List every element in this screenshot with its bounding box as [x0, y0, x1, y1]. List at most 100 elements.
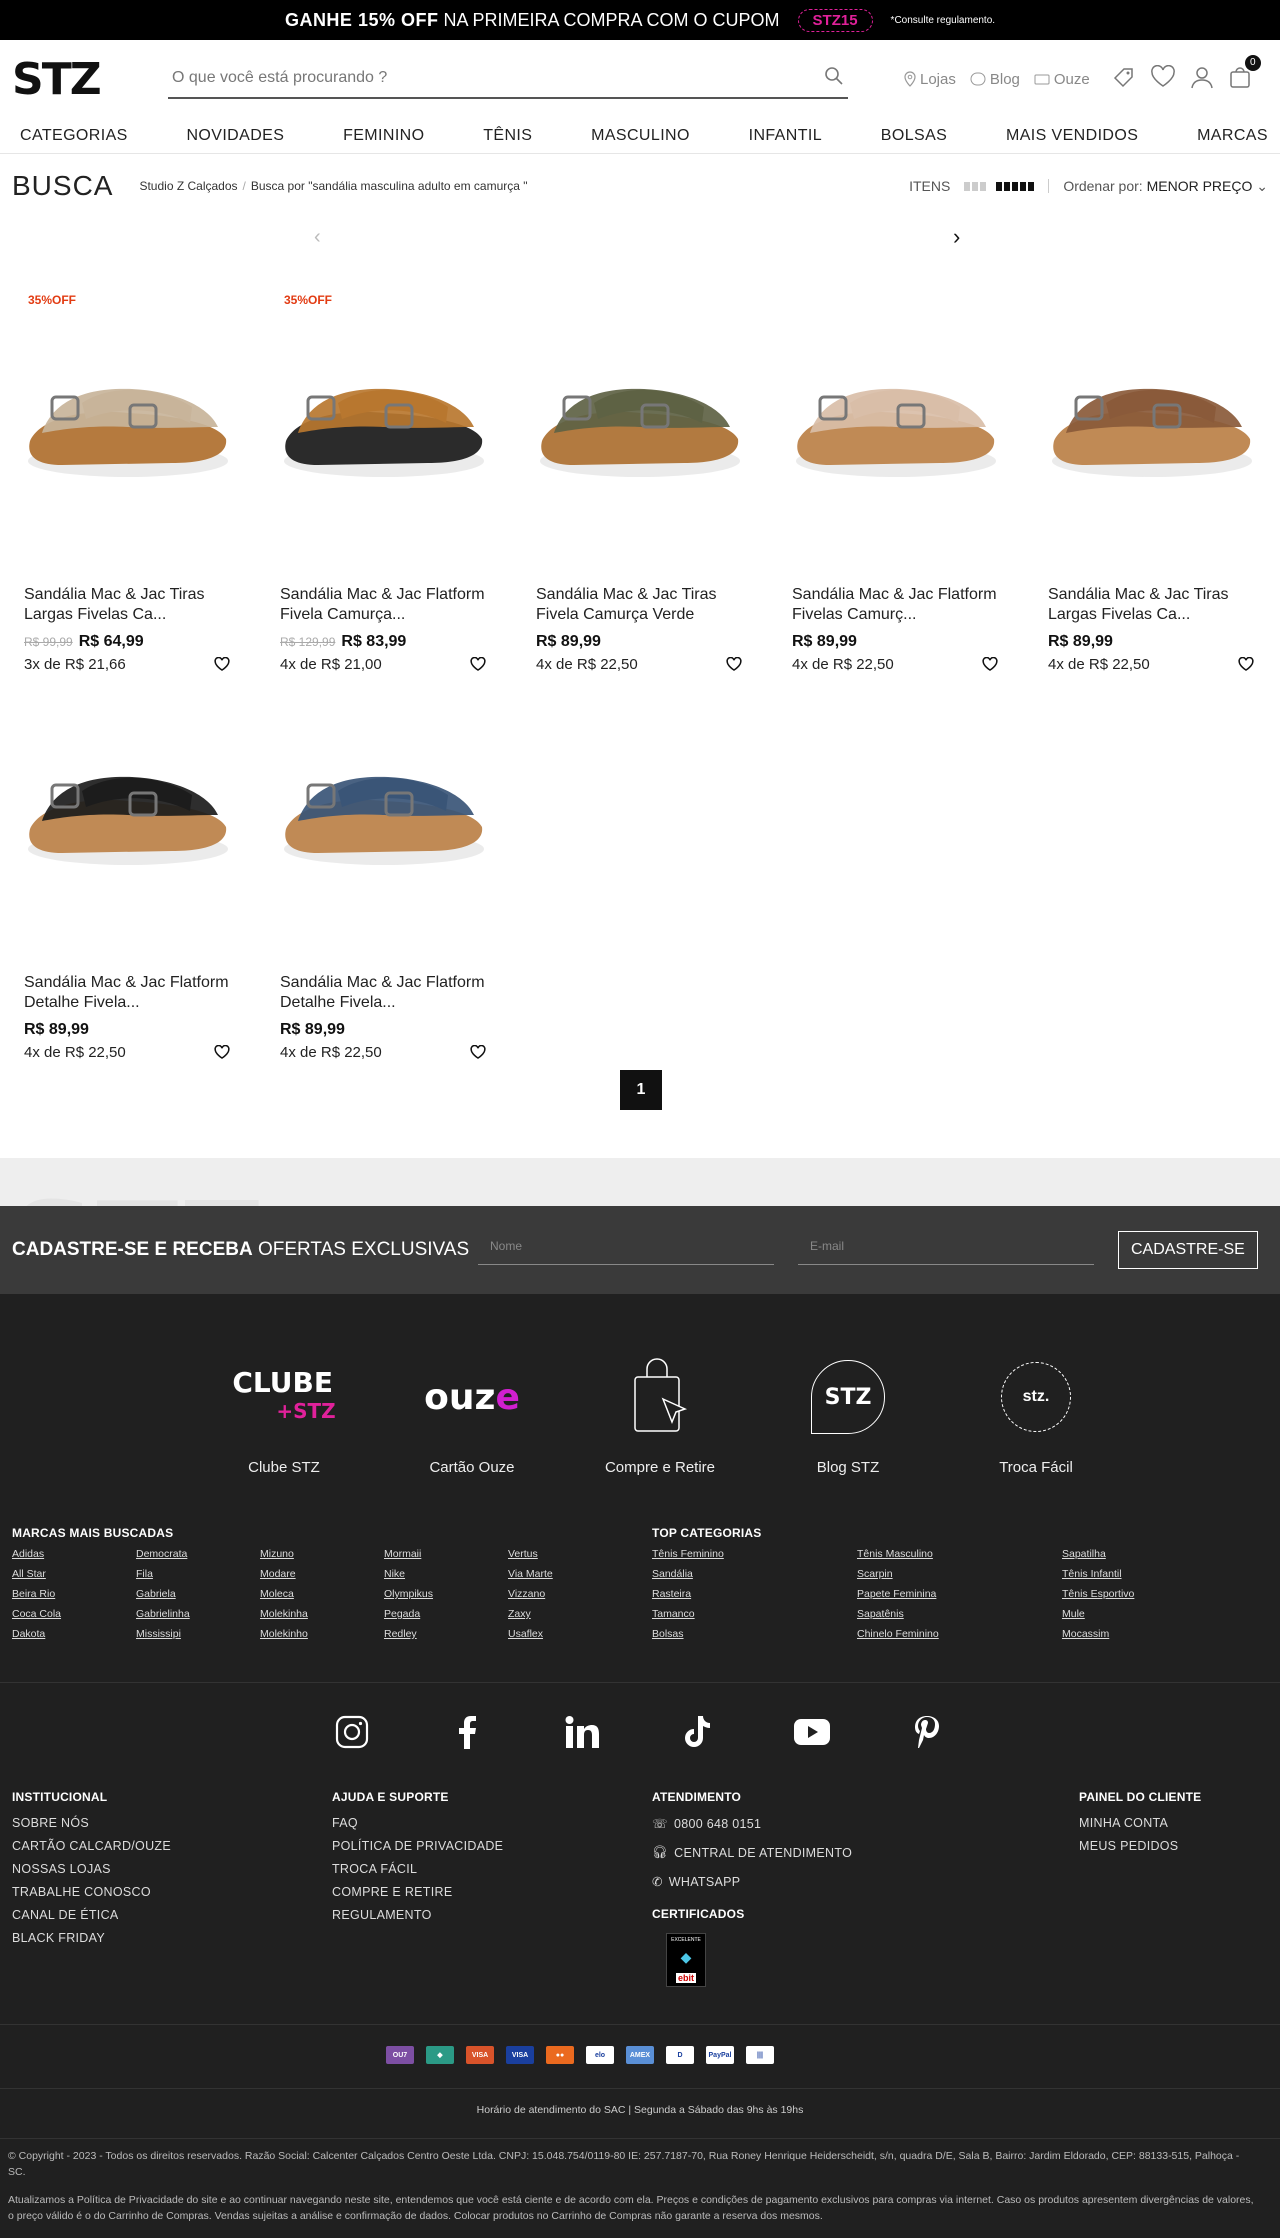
category-link[interactable]: Mocassim: [1062, 1628, 1267, 1642]
brand-link[interactable]: Mississipi: [136, 1628, 260, 1642]
brand-link[interactable]: Molekinho: [260, 1628, 384, 1642]
favorite-heart-icon[interactable]: [982, 657, 998, 672]
category-link[interactable]: Rasteira: [652, 1588, 857, 1602]
footer-link[interactable]: BLACK FRIDAY: [12, 1931, 171, 1945]
brand-link[interactable]: Mizuno: [260, 1548, 384, 1562]
brand-link[interactable]: Dakota: [12, 1628, 136, 1642]
stores-link[interactable]: Lojas: [904, 71, 956, 88]
support-link[interactable]: 🎧︎ CENTRAL DE ATENDIMENTO: [652, 1845, 852, 1860]
category-link[interactable]: Sapatênis: [857, 1608, 1062, 1622]
linkedin-icon[interactable]: [564, 1714, 600, 1750]
nav-marcas[interactable]: MARCAS: [1197, 127, 1268, 145]
product-name[interactable]: Sandália Mac & Jac Flatform Detalhe Five…: [24, 973, 239, 1013]
brand-link[interactable]: Redley: [384, 1628, 508, 1642]
product-name[interactable]: Sandália Mac & Jac Tiras Largas Fivelas …: [24, 585, 239, 625]
footer-link[interactable]: TROCA FÁCIL: [332, 1862, 503, 1876]
newsletter-email-field[interactable]: E-mail: [798, 1235, 1094, 1265]
product-card[interactable]: 35%OFF Sandália Mac & Jac Tiras Largas Fi…: [12, 263, 244, 673]
brand-link[interactable]: Molekinha: [260, 1608, 384, 1622]
brand-link[interactable]: Vertus: [508, 1548, 632, 1562]
brand-link[interactable]: Via Marte: [508, 1568, 632, 1582]
footer-link[interactable]: COMPRE E RETIRE: [332, 1885, 503, 1899]
nav-masculino[interactable]: MASCULINO: [591, 127, 690, 145]
brand-link[interactable]: Pegada: [384, 1608, 508, 1622]
product-card[interactable]: Sandália Mac & Jac Tiras Largas Fivelas …: [1036, 263, 1268, 673]
brand-link[interactable]: Coca Cola: [12, 1608, 136, 1622]
cart-bag-icon[interactable]: 0: [1228, 54, 1261, 94]
category-link[interactable]: Mule: [1062, 1608, 1267, 1622]
footer-link[interactable]: MEUS PEDIDOS: [1079, 1839, 1201, 1853]
category-link[interactable]: Tênis Feminino: [652, 1548, 857, 1562]
product-name[interactable]: Sandália Mac & Jac Flatform Detalhe Five…: [280, 973, 495, 1013]
product-image[interactable]: [790, 343, 1002, 493]
brand-link[interactable]: Gabriela: [136, 1588, 260, 1602]
youtube-icon[interactable]: [794, 1714, 830, 1750]
brand-link[interactable]: Olympikus: [384, 1588, 508, 1602]
product-name[interactable]: Sandália Mac & Jac Flatform Fivela Camur…: [280, 585, 495, 625]
brand-link[interactable]: Adidas: [12, 1548, 136, 1562]
pinterest-icon[interactable]: [909, 1714, 945, 1750]
phone-link[interactable]: ☏ 0800 648 0151: [652, 1816, 852, 1832]
whatsapp-link[interactable]: ✆ WHATSAPP: [652, 1874, 852, 1890]
product-image[interactable]: [1046, 343, 1258, 493]
facebook-icon[interactable]: [449, 1714, 485, 1750]
product-image[interactable]: [22, 731, 234, 881]
category-link[interactable]: Tamanco: [652, 1608, 857, 1622]
footer-link[interactable]: CARTÃO CALCARD/OUZE: [12, 1839, 171, 1853]
favorite-heart-icon[interactable]: [726, 657, 742, 672]
nav-infantil[interactable]: INFANTIL: [749, 127, 822, 145]
footer-link[interactable]: SOBRE NÓS: [12, 1816, 171, 1830]
nav-mais-vendidos[interactable]: MAIS VENDIDOS: [1006, 127, 1138, 145]
product-image[interactable]: [278, 343, 490, 493]
product-card[interactable]: Sandália Mac & Jac Flatform Fivelas Camu…: [780, 263, 1012, 673]
footer-link[interactable]: POLÍTICA DE PRIVACIDADE: [332, 1839, 503, 1853]
category-link[interactable]: Bolsas: [652, 1628, 857, 1642]
category-link[interactable]: Sandália: [652, 1568, 857, 1582]
brand-link[interactable]: All Star: [12, 1568, 136, 1582]
favorite-heart-icon[interactable]: [214, 1045, 230, 1060]
breadcrumb-home[interactable]: Studio Z Calçados: [139, 179, 237, 193]
product-card[interactable]: Sandália Mac & Jac Tiras Fivela Camurça …: [524, 263, 756, 673]
grid-5-icon[interactable]: [996, 181, 1035, 191]
footer-link[interactable]: MINHA CONTA: [1079, 1816, 1201, 1830]
footer-link[interactable]: CANAL DE ÉTICA: [12, 1908, 171, 1922]
category-link[interactable]: Tênis Masculino: [857, 1548, 1062, 1562]
search-input[interactable]: O que você está procurando ?: [168, 59, 848, 99]
brand-link[interactable]: Beira Rio: [12, 1588, 136, 1602]
troca-facil-block[interactable]: stz. Troca Fácil: [942, 1349, 1130, 1476]
footer-link[interactable]: FAQ: [332, 1816, 503, 1830]
pagination-page[interactable]: 1: [620, 1070, 662, 1110]
footer-link[interactable]: NOSSAS LOJAS: [12, 1862, 171, 1876]
category-link[interactable]: Sapatilha: [1062, 1548, 1267, 1562]
category-link[interactable]: Papete Feminina: [857, 1588, 1062, 1602]
favorite-heart-icon[interactable]: [1238, 657, 1254, 672]
brand-link[interactable]: Zaxy: [508, 1608, 632, 1622]
tiktok-icon[interactable]: [679, 1714, 715, 1750]
product-card[interactable]: 35%OFF Sandália Mac & Jac Flatform Fivela…: [268, 263, 500, 673]
brand-link[interactable]: Gabrielinha: [136, 1608, 260, 1622]
brand-link[interactable]: Modare: [260, 1568, 384, 1582]
cartao-ouze-block[interactable]: ouze Cartão Ouze: [378, 1349, 566, 1477]
category-link[interactable]: Tênis Esportivo: [1062, 1588, 1267, 1602]
coupon-tag-icon[interactable]: [1112, 65, 1136, 94]
wishlist-heart-icon[interactable]: [1150, 64, 1176, 94]
search-icon[interactable]: [824, 66, 844, 91]
product-name[interactable]: Sandália Mac & Jac Tiras Fivela Camurça …: [536, 585, 751, 625]
product-card[interactable]: Sandália Mac & Jac Flatform Detalhe Five…: [268, 651, 500, 1061]
user-account-icon[interactable]: [1190, 65, 1214, 94]
ouze-link[interactable]: Ouze: [1034, 71, 1090, 88]
nav-novidades[interactable]: NOVIDADES: [186, 127, 284, 145]
carousel-next-icon[interactable]: ›: [953, 224, 960, 250]
brand-link[interactable]: Vizzano: [508, 1588, 632, 1602]
brand-link[interactable]: Usaflex: [508, 1628, 632, 1642]
favorite-heart-icon[interactable]: [470, 1045, 486, 1060]
brand-link[interactable]: Democrata: [136, 1548, 260, 1562]
brand-link[interactable]: Nike: [384, 1568, 508, 1582]
brand-link[interactable]: Mormaii: [384, 1548, 508, 1562]
product-image[interactable]: [22, 343, 234, 493]
instagram-icon[interactable]: [334, 1714, 370, 1750]
product-card[interactable]: Sandália Mac & Jac Flatform Detalhe Five…: [12, 651, 244, 1061]
product-image[interactable]: [534, 343, 746, 493]
nav-tenis[interactable]: TÊNIS: [483, 127, 532, 145]
product-image[interactable]: [278, 731, 490, 881]
